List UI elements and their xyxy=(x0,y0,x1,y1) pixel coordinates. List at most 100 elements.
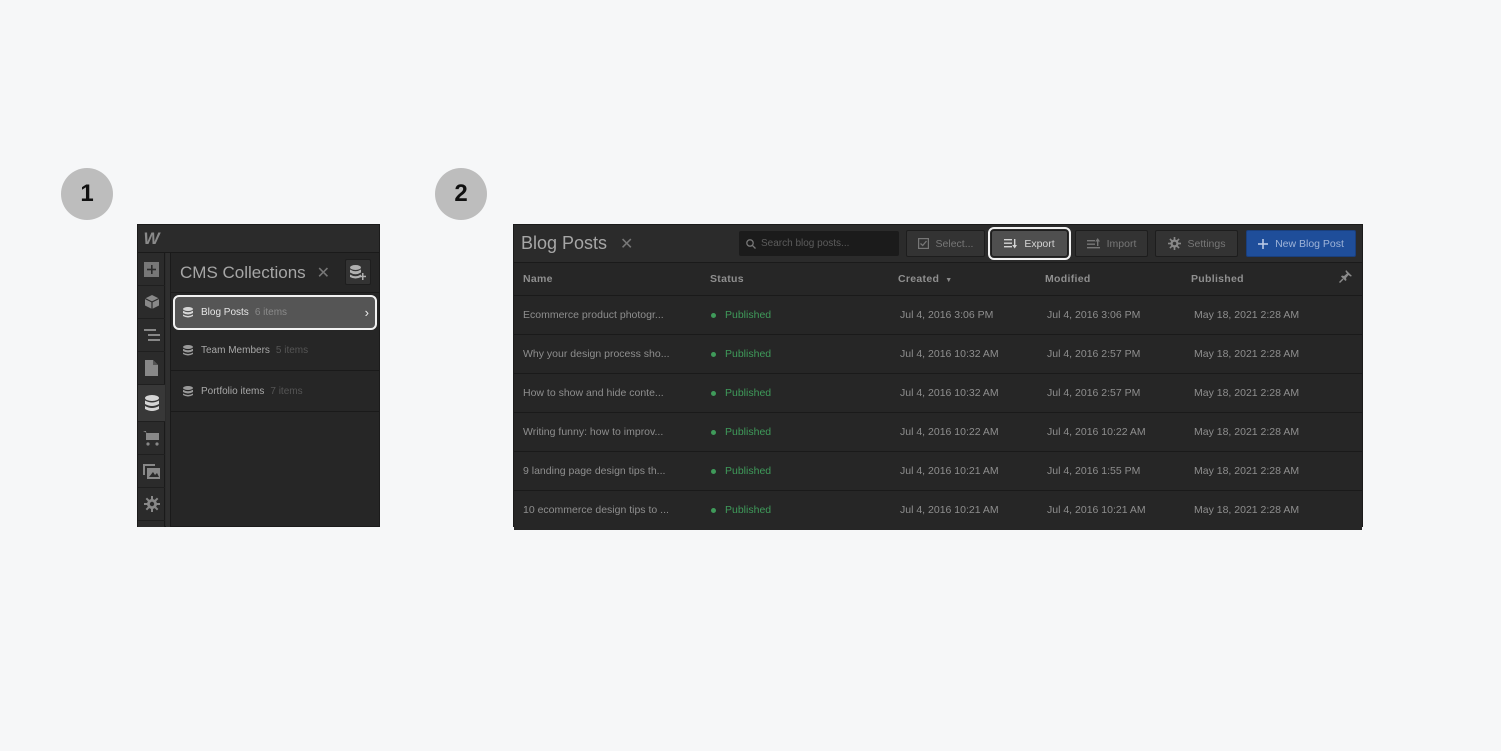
webflow-logo[interactable]: W xyxy=(138,225,165,253)
cell-name: Ecommerce product photogr... xyxy=(523,309,664,321)
chevron-right-icon: › xyxy=(364,305,369,320)
cell-status: Published xyxy=(711,413,771,451)
status-label: Published xyxy=(725,426,772,438)
cms-icon[interactable] xyxy=(138,385,165,422)
column-header-published[interactable]: Published xyxy=(1191,273,1244,285)
search-icon xyxy=(746,238,756,249)
ecommerce-icon[interactable] xyxy=(138,422,165,455)
status-dot-icon xyxy=(711,312,716,318)
cms-collections-panel: W CMS Collections ✕ Blog Posts 6 items ›… xyxy=(137,224,380,527)
add-collection-icon xyxy=(350,264,366,280)
panel-title: Blog Posts xyxy=(521,233,608,253)
panel-title: CMS Collections xyxy=(180,262,306,282)
collections-header: CMS Collections ✕ xyxy=(171,253,379,293)
cell-published: May 18, 2021 2:28 AM xyxy=(1194,387,1300,399)
settings-icon[interactable] xyxy=(138,488,165,521)
database-icon xyxy=(183,307,193,318)
collection-count: 6 items xyxy=(254,307,288,318)
collection-name: Blog Posts xyxy=(201,307,249,318)
cell-modified: Jul 4, 2016 2:57 PM xyxy=(1047,387,1141,399)
search-field[interactable] xyxy=(739,231,899,256)
left-rail xyxy=(138,253,165,527)
pin-icon[interactable] xyxy=(1339,270,1352,288)
status-label: Published xyxy=(725,309,772,321)
settings-button[interactable]: Settings xyxy=(1155,230,1238,257)
add-collection-button[interactable] xyxy=(345,259,371,285)
cell-created: Jul 4, 2016 3:06 PM xyxy=(900,309,994,321)
table-row[interactable]: Ecommerce product photogr... Published J… xyxy=(514,296,1362,335)
status-label: Published xyxy=(725,348,772,360)
table-row[interactable]: 10 ecommerce design tips to ... Publishe… xyxy=(514,491,1362,530)
collection-count: 5 items xyxy=(275,344,309,356)
status-label: Published xyxy=(725,465,772,477)
close-icon[interactable]: ✕ xyxy=(317,263,330,283)
table-row[interactable]: Writing funny: how to improv... Publishe… xyxy=(514,413,1362,452)
collection-item-portfolio-items[interactable]: Portfolio items 7 items xyxy=(171,371,379,412)
export-icon xyxy=(1004,239,1018,249)
column-header-name[interactable]: Name xyxy=(523,273,553,285)
cell-name: Why your design process sho... xyxy=(523,348,670,360)
assets-icon[interactable] xyxy=(138,455,165,488)
export-button[interactable]: Export xyxy=(988,227,1071,260)
cell-modified: Jul 4, 2016 3:06 PM xyxy=(1047,309,1141,321)
step-badge-1: 1 xyxy=(61,168,113,220)
cell-modified: Jul 4, 2016 1:55 PM xyxy=(1047,465,1141,477)
new-blog-post-button[interactable]: New Blog Post xyxy=(1246,230,1356,257)
cell-published: May 18, 2021 2:28 AM xyxy=(1194,426,1300,438)
table-body: Ecommerce product photogr... Published J… xyxy=(514,296,1362,530)
new-blog-post-label: New Blog Post xyxy=(1275,237,1344,250)
top-bar: W xyxy=(138,225,379,253)
close-icon[interactable]: ✕ xyxy=(620,234,633,254)
import-button[interactable]: Import xyxy=(1075,230,1148,257)
status-dot-icon xyxy=(711,351,716,357)
status-label: Published xyxy=(725,387,772,399)
import-icon xyxy=(1086,238,1100,249)
gear-icon xyxy=(1167,237,1181,250)
add-icon[interactable] xyxy=(138,253,165,286)
cell-published: May 18, 2021 2:28 AM xyxy=(1194,504,1300,516)
collection-count: 7 items xyxy=(270,385,303,397)
pages-icon[interactable] xyxy=(138,352,165,385)
database-icon xyxy=(183,344,193,355)
cell-status: Published xyxy=(711,335,771,373)
cell-name: 9 landing page design tips th... xyxy=(523,465,666,477)
box-icon[interactable] xyxy=(138,286,165,319)
checkbox-icon xyxy=(917,238,929,249)
cell-status: Published xyxy=(711,491,771,529)
cell-modified: Jul 4, 2016 2:57 PM xyxy=(1047,348,1141,360)
sort-desc-icon: ▼ xyxy=(945,277,953,284)
cell-created: Jul 4, 2016 10:22 AM xyxy=(900,426,999,438)
collection-item-blog-posts[interactable]: Blog Posts 6 items › xyxy=(173,295,377,330)
select-button[interactable]: Select... xyxy=(906,230,985,257)
search-input[interactable] xyxy=(761,238,891,249)
status-dot-icon xyxy=(711,390,716,396)
cell-created: Jul 4, 2016 10:32 AM xyxy=(900,387,999,399)
status-dot-icon xyxy=(711,507,716,513)
collection-name: Team Members xyxy=(201,344,270,356)
column-header-modified[interactable]: Modified xyxy=(1045,273,1091,285)
cell-created: Jul 4, 2016 10:32 AM xyxy=(900,348,999,360)
blog-posts-header: Blog Posts ✕ Select... Export Import Set… xyxy=(514,225,1362,263)
status-label: Published xyxy=(725,504,772,516)
cell-created: Jul 4, 2016 10:21 AM xyxy=(900,465,999,477)
export-label: Export xyxy=(1024,237,1055,250)
table-row[interactable]: How to show and hide conte... Published … xyxy=(514,374,1362,413)
collection-item-team-members[interactable]: Team Members 5 items xyxy=(171,330,379,371)
cell-name: How to show and hide conte... xyxy=(523,387,664,399)
settings-label: Settings xyxy=(1187,237,1226,250)
status-dot-icon xyxy=(711,468,716,474)
cell-name: 10 ecommerce design tips to ... xyxy=(523,504,669,516)
cell-created: Jul 4, 2016 10:21 AM xyxy=(900,504,999,516)
plus-icon xyxy=(1258,238,1269,249)
navigator-icon[interactable] xyxy=(138,319,165,352)
collection-name: Portfolio items xyxy=(201,385,265,397)
column-header-status[interactable]: Status xyxy=(710,273,744,285)
cell-published: May 18, 2021 2:28 AM xyxy=(1194,348,1300,360)
column-header-created[interactable]: Created ▼ xyxy=(898,273,952,285)
import-label: Import xyxy=(1106,237,1137,250)
table-row[interactable]: Why your design process sho... Published… xyxy=(514,335,1362,374)
cell-published: May 18, 2021 2:28 AM xyxy=(1194,465,1300,477)
step-badge-2: 2 xyxy=(435,168,487,220)
table-row[interactable]: 9 landing page design tips th... Publish… xyxy=(514,452,1362,491)
cell-published: May 18, 2021 2:28 AM xyxy=(1194,309,1300,321)
